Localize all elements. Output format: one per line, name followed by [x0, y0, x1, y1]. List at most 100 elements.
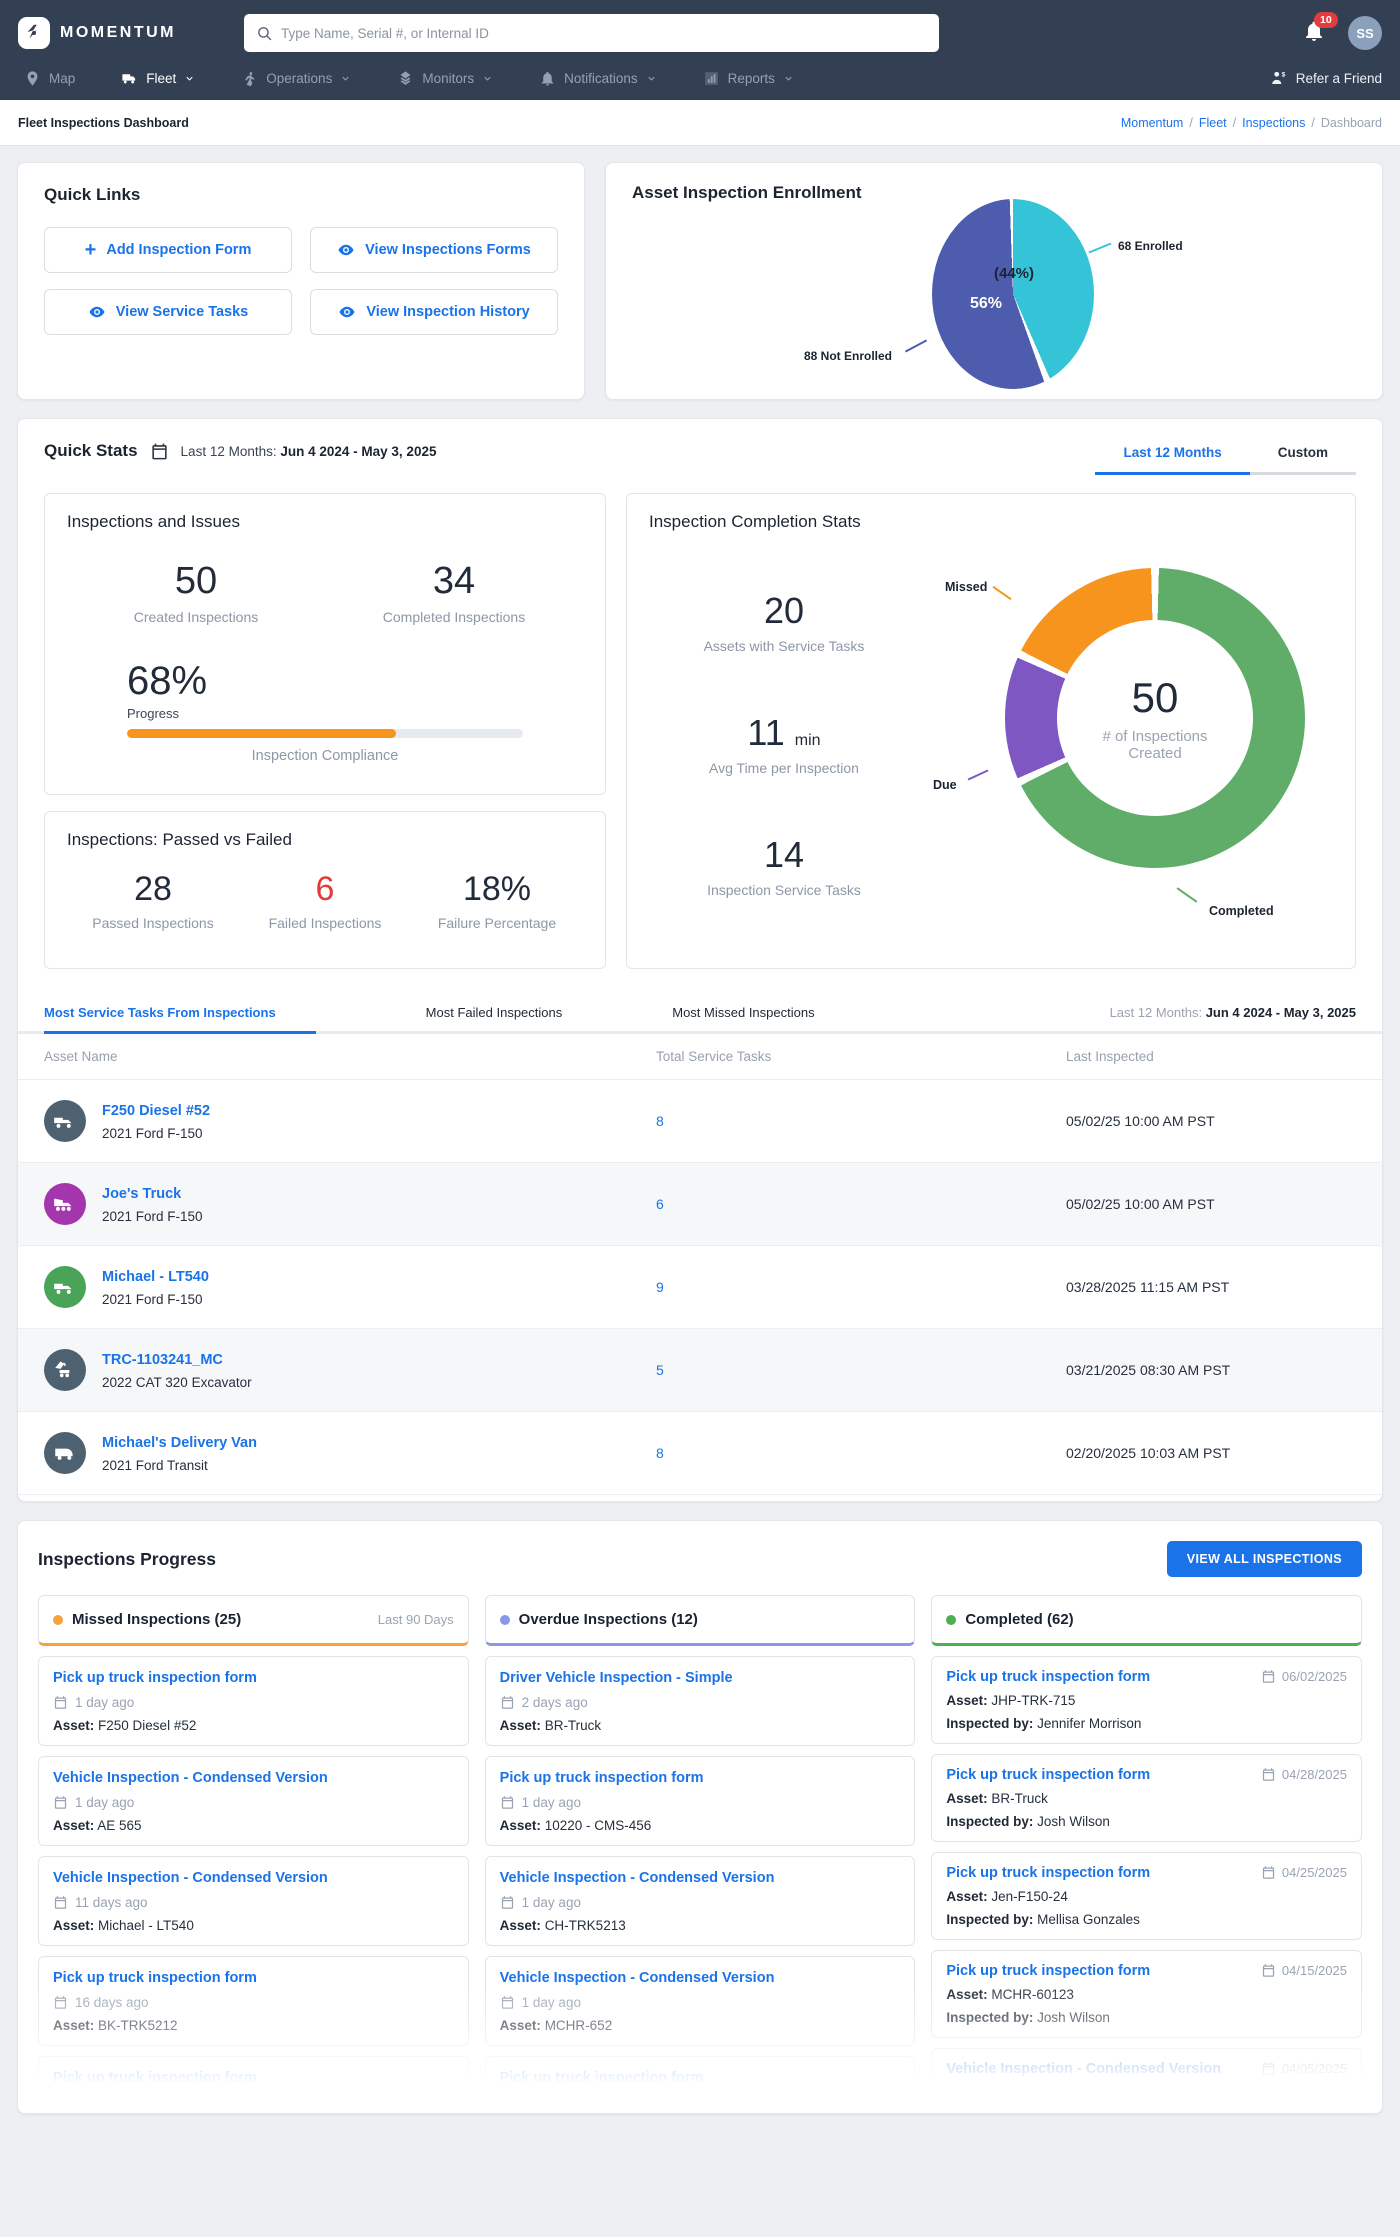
asset-name-link[interactable]: F250 Diesel #52	[102, 1103, 210, 1119]
table-row[interactable]: F250 Diesel #52 2021 Ford F-150 8 05/02/…	[18, 1080, 1382, 1163]
breadcrumb-momentum[interactable]: Momentum	[1121, 116, 1184, 130]
calendar-icon	[151, 443, 167, 459]
calendar-icon	[1262, 1866, 1275, 1879]
inspection-form-link[interactable]: Pick up truck inspection form	[946, 1865, 1150, 1881]
inspection-form-link[interactable]: Vehicle Inspection - Condensed Version	[53, 1870, 328, 1886]
button-label: View Service Tasks	[115, 304, 249, 320]
user-avatar[interactable]: SS	[1348, 16, 1382, 50]
view-inspections-forms-button[interactable]: View Inspections Forms	[310, 227, 558, 273]
inspection-item: Vehicle Inspection - Condensed Version 1…	[484, 1856, 916, 1946]
last-inspected-value: 05/02/25 10:00 AM PST	[1066, 1196, 1215, 1212]
inspection-form-link[interactable]: Pick up truck inspection form	[53, 1970, 257, 1986]
button-label: Add Inspection Form	[106, 242, 252, 258]
inspection-form-link[interactable]: Driver Vehicle Inspection - Simple	[500, 1670, 733, 1686]
nav-item-label: Monitors	[422, 70, 475, 86]
refer-a-friend-button[interactable]: $ Refer a Friend	[1270, 69, 1382, 87]
tab-most-missed[interactable]: Most Missed Inspections	[672, 993, 814, 1034]
completed-inspections-column: Completed (62) Pick up truck inspection …	[931, 1595, 1362, 2113]
inspection-form-link[interactable]: Pick up truck inspection form	[53, 1670, 257, 1686]
not-enrolled-leader-line	[904, 339, 928, 353]
inspection-item: Pick up truck inspection form 04/25/2025…	[931, 1852, 1362, 1940]
inspection-form-link[interactable]: Vehicle Inspection - Condensed Version	[53, 1770, 328, 1786]
inspection-form-link[interactable]: Vehicle Inspection - Condensed Version	[500, 1970, 775, 1986]
nav-item-map[interactable]: Map	[24, 70, 75, 87]
breadcrumb-current: Dashboard	[1320, 115, 1382, 130]
not-enrolled-label: 88 Not Enrolled	[804, 349, 893, 363]
donut-center-label: # of Inspections Created	[1102, 728, 1208, 762]
eye-icon	[339, 306, 355, 318]
breadcrumb-inspections[interactable]: Inspections	[1242, 116, 1305, 130]
inspection-item: Pick up truck inspection form 1 day ago …	[484, 2056, 916, 2113]
table-row[interactable]: TRC-1103241_MC 2022 CAT 320 Excavator 5 …	[18, 1329, 1382, 1412]
bar-chart-icon	[704, 71, 718, 85]
view-all-inspections-button[interactable]: VIEW ALL INSPECTIONS	[1166, 1541, 1362, 1577]
search-input[interactable]	[281, 25, 927, 41]
breadcrumb-bar: Fleet Inspections Dashboard Momentum / Fl…	[0, 100, 1400, 146]
asset-value: JHP-TRK-715	[991, 1693, 1076, 1708]
column-title: Overdue Inspections (12)	[518, 1611, 698, 1628]
inspector-value: Mellisa Gonzales	[1037, 1912, 1140, 1927]
view-inspection-history-button[interactable]: View Inspection History	[310, 289, 558, 335]
eye-icon	[89, 306, 105, 318]
table-row[interactable]: Michael - LT540 2021 Ford F-150 9 03/28/…	[18, 1246, 1382, 1329]
inspection-form-link[interactable]: Pick up truck inspection form	[946, 1669, 1150, 1685]
global-search[interactable]	[244, 14, 939, 52]
completed-date: 04/05/2025	[1281, 2061, 1347, 2076]
service-task-count-link[interactable]: 9	[656, 1279, 1066, 1295]
inspection-item: Pick up truck inspection form 1 day ago …	[484, 1756, 916, 1846]
quick-stats-title: Quick Stats	[44, 441, 138, 460]
inspector-value: Josh Wilson	[1037, 2010, 1110, 2025]
enrollment-pie-chart: (44%) 56% 68 Enrolled 88 Not Enrolled	[632, 199, 1356, 393]
inspection-form-link[interactable]: Pick up truck inspection form	[500, 2070, 704, 2086]
asset-avatar	[44, 1100, 86, 1142]
inspection-form-link[interactable]: Vehicle Inspection - Condensed Version	[500, 1870, 775, 1886]
last-inspected-value: 02/20/2025 10:03 AM PST	[1066, 1445, 1231, 1461]
nav-item-label: Operations	[266, 70, 333, 86]
add-inspection-form-button[interactable]: + Add Inspection Form	[44, 227, 292, 273]
completed-date: 04/25/2025	[1281, 1865, 1347, 1880]
last-inspected-value: 03/28/2025 11:15 AM PST	[1066, 1279, 1230, 1295]
service-task-count-link[interactable]: 8	[656, 1113, 1066, 1129]
progress-bar	[127, 729, 523, 738]
due-segment-label: Due	[933, 778, 957, 792]
brand-logo[interactable]: MOMENTUM	[18, 17, 244, 49]
nav-item-label: Notifications	[564, 70, 638, 86]
completed-date: 04/15/2025	[1281, 1963, 1347, 1978]
breadcrumb: Momentum / Fleet / Inspections / Dashboard	[1120, 115, 1382, 130]
due-leader-line	[967, 769, 989, 781]
completed-segment-label: Completed	[1209, 904, 1274, 918]
table-row[interactable]: Joe's Truck 2021 Ford F-150 6 05/02/25 1…	[18, 1163, 1382, 1246]
tab-most-service-tasks[interactable]: Most Service Tasks From Inspections	[44, 993, 316, 1034]
column-note: Last 90 Days	[377, 1612, 454, 1627]
inspection-form-link[interactable]: Vehicle Inspection - Condensed Version	[946, 2061, 1221, 2077]
asset-name-link[interactable]: Joe's Truck	[102, 1186, 181, 1202]
asset-name-link[interactable]: TRC-1103241_MC	[102, 1352, 223, 1368]
chevron-down-icon	[342, 76, 349, 81]
column-title: Completed (62)	[965, 1611, 1074, 1628]
inspection-form-link[interactable]: Pick up truck inspection form	[946, 1963, 1150, 1979]
tab-last-12-months[interactable]: Last 12 Months	[1095, 435, 1250, 475]
service-task-count-link[interactable]: 6	[656, 1196, 1066, 1212]
card-title: Inspections and Issues	[67, 512, 240, 531]
nav-item-operations[interactable]: Operations	[241, 70, 351, 87]
nav-item-fleet[interactable]: Fleet	[121, 70, 195, 87]
completed-leader-line	[1176, 887, 1198, 903]
asset-name-link[interactable]: Michael's Delivery Van	[102, 1435, 257, 1451]
nav-item-monitors[interactable]: Monitors	[397, 70, 493, 87]
inspection-form-link[interactable]: Pick up truck inspection form	[53, 2070, 257, 2086]
service-task-count-link[interactable]: 8	[656, 1445, 1066, 1461]
breadcrumb-fleet[interactable]: Fleet	[1199, 116, 1227, 130]
nav-item-reports[interactable]: Reports	[703, 70, 794, 87]
notifications-bell-button[interactable]: 10	[1302, 11, 1338, 48]
inspection-form-link[interactable]: Pick up truck inspection form	[500, 1770, 704, 1786]
service-task-count-link[interactable]: 5	[656, 1362, 1066, 1378]
enrolled-label: 68 Enrolled	[1118, 239, 1183, 253]
avg-time-per-inspection-stat: 11 min Avg Time per Inspection	[709, 712, 859, 776]
nav-item-notifications[interactable]: Notifications	[539, 70, 657, 87]
tab-most-failed[interactable]: Most Failed Inspections	[426, 993, 563, 1034]
asset-name-link[interactable]: Michael - LT540	[102, 1269, 209, 1285]
tab-custom[interactable]: Custom	[1249, 435, 1356, 475]
view-service-tasks-button[interactable]: View Service Tasks	[44, 289, 292, 335]
inspection-form-link[interactable]: Pick up truck inspection form	[946, 1767, 1150, 1783]
table-row[interactable]: Michael's Delivery Van 2021 Ford Transit…	[18, 1412, 1382, 1495]
